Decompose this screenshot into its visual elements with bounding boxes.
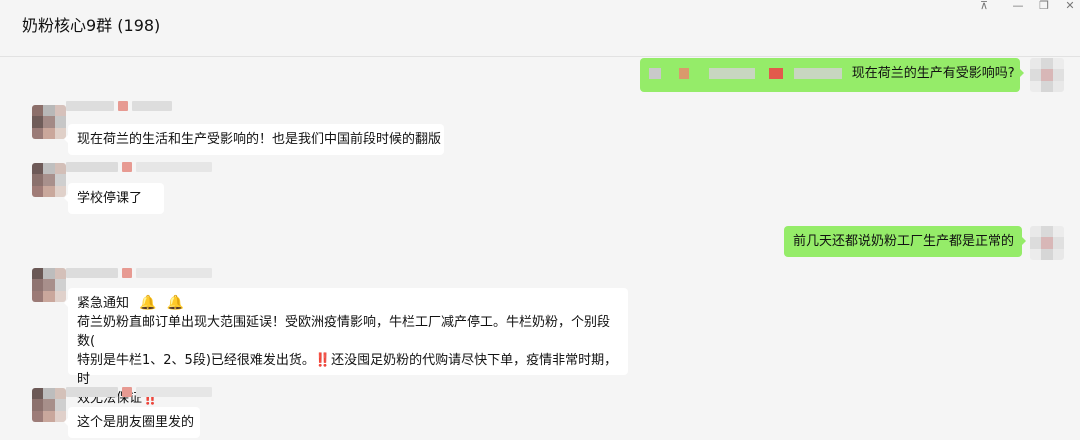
avatar[interactable] (1030, 226, 1064, 260)
bell-emoji-icon: 🔔 (139, 295, 157, 311)
message-bubble[interactable]: 这个是朋友圈里发的 (64, 407, 200, 438)
message-text: 现在荷兰的生产有受影响吗? (851, 66, 1015, 81)
sender-name (136, 162, 212, 172)
message-bubble[interactable]: 前几天还都说奶粉工厂生产都是正常的 (784, 226, 1026, 257)
sender-name (122, 268, 132, 278)
sender-name (136, 268, 212, 278)
message-bubble[interactable]: 学校停课了 (64, 183, 164, 214)
message-line: 荷兰奶粉直邮订单出现大范围延误！受欧洲疫情影响，牛栏工厂减产停工。牛栏奶粉，个别… (77, 315, 611, 349)
redacted-text (793, 68, 842, 79)
message-line: 特别是牛栏1、2、5段)已经很难发出货。‼️还没囤足奶粉的代购请尽快下单，疫情非… (77, 353, 618, 387)
avatar[interactable] (1030, 58, 1064, 92)
message-line: 紧急通知 🔔 🔔 (77, 294, 619, 313)
minimize-icon[interactable]: — (1008, 0, 1028, 14)
redacted-text (679, 68, 690, 79)
message-text: 学校停课了 (77, 191, 143, 206)
chat-header: 奶粉核心9群 (198) ⊼ — ❐ ✕ (0, 0, 1080, 57)
message-bubble[interactable]: 现在荷兰的生活和生产受影响的！也是我们中国前段时候的翻版 (64, 124, 444, 155)
maximize-icon[interactable]: ❐ (1034, 0, 1054, 14)
sender-name (66, 162, 118, 172)
sender-name (66, 387, 118, 397)
sender-name (136, 387, 212, 397)
avatar[interactable] (32, 268, 66, 302)
sender-name (66, 101, 114, 111)
sender-name (132, 101, 172, 111)
sender-name (122, 387, 132, 397)
redacted-text (769, 68, 784, 79)
chat-title[interactable]: 奶粉核心9群 (198) (22, 15, 160, 37)
message-text: 这个是朋友圈里发的 (77, 415, 195, 430)
message-bubble[interactable]: 现在荷兰的生产有受影响吗? (640, 58, 1024, 92)
redacted-text (709, 68, 756, 79)
sender-name (66, 268, 118, 278)
message-text: 紧急通知 (77, 296, 130, 311)
redacted-text (649, 68, 661, 79)
sender-name (118, 101, 128, 111)
bell-emoji-icon: 🔔 (166, 295, 185, 311)
close-icon[interactable]: ✕ (1060, 0, 1080, 14)
message-text: 现在荷兰的生活和生产受影响的！也是我们中国前段时候的翻版 (77, 132, 442, 147)
avatar[interactable] (32, 163, 66, 197)
sender-name (122, 162, 132, 172)
message-bubble[interactable]: 紧急通知 🔔 🔔 荷兰奶粉直邮订单出现大范围延误！受欧洲疫情影响，牛栏工厂减产停… (64, 288, 628, 406)
pin-icon[interactable]: ⊼ (974, 0, 994, 14)
message-text: 前几天还都说奶粉工厂生产都是正常的 (793, 234, 1015, 249)
